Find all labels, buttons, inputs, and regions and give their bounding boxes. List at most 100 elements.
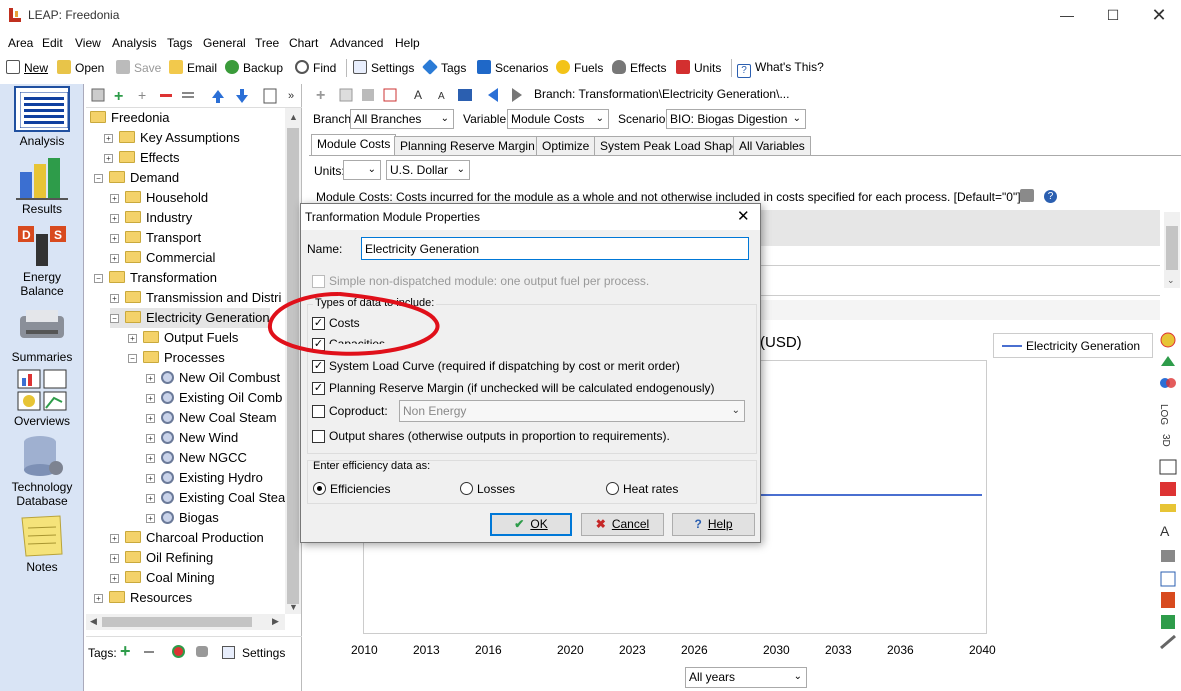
tree-item[interactable]: + Household: [110, 188, 208, 208]
tag-erase-icon[interactable]: [196, 646, 208, 657]
expand-icon[interactable]: +: [146, 514, 155, 523]
tree-item[interactable]: + New Wind: [146, 428, 238, 448]
expand-icon[interactable]: +: [146, 494, 155, 503]
expand-icon[interactable]: +: [110, 294, 119, 303]
expand-icon[interactable]: +: [146, 474, 155, 483]
menu-analysis[interactable]: Analysis: [112, 36, 157, 50]
tree-item[interactable]: + Existing Coal Stea: [146, 488, 285, 508]
coproduct-checkbox[interactable]: [312, 405, 325, 418]
scroll-down-icon[interactable]: ▼: [289, 602, 298, 612]
units-select[interactable]: U.S. Dollar ⌄: [386, 160, 470, 180]
tree-item-root[interactable]: Freedonia: [90, 108, 170, 128]
losses-radio[interactable]: [460, 482, 473, 495]
tree-item[interactable]: + Existing Hydro: [146, 468, 263, 488]
cancel-button[interactable]: ✖ Cancel: [581, 513, 664, 536]
expand-icon[interactable]: +: [110, 194, 119, 203]
view-summaries[interactable]: Summaries: [0, 304, 84, 364]
find-button[interactable]: Find: [295, 60, 336, 75]
collapse-icon[interactable]: −: [94, 174, 103, 183]
units-button[interactable]: Units: [676, 60, 721, 75]
tags-button[interactable]: Tags: [422, 59, 466, 75]
tab-optimize[interactable]: Optimize: [536, 136, 596, 156]
tab-all-variables[interactable]: All Variables: [733, 136, 811, 156]
save-button[interactable]: Save: [116, 60, 161, 75]
menu-tags[interactable]: Tags: [167, 36, 192, 50]
tree-item[interactable]: + Resources: [94, 588, 192, 608]
menu-edit[interactable]: Edit: [42, 36, 63, 50]
tree-item[interactable]: + New NGCC: [146, 448, 247, 468]
close-window-button[interactable]: ✕: [1136, 0, 1181, 30]
dialog-close-icon[interactable]: ✕: [737, 207, 750, 225]
tree-item[interactable]: − Demand: [94, 168, 179, 188]
ok-button[interactable]: ✔ OK: [490, 513, 572, 536]
tab-planning-reserve-margin[interactable]: Planning Reserve Margin: [394, 136, 541, 156]
units-prefix-select[interactable]: ⌄: [343, 160, 381, 180]
menu-area[interactable]: Area: [8, 36, 33, 50]
expand-icon[interactable]: +: [110, 574, 119, 583]
menu-general[interactable]: General: [203, 36, 246, 50]
whats-this-button[interactable]: ? What's This?: [737, 60, 824, 78]
tree-item[interactable]: + New Coal Steam: [146, 408, 277, 428]
menu-view[interactable]: View: [75, 36, 101, 50]
menu-advanced[interactable]: Advanced: [330, 36, 383, 50]
view-energy-balance[interactable]: DS Energy Balance: [0, 224, 84, 298]
minimize-button[interactable]: —: [1044, 0, 1090, 30]
tab-system-peak-load-shape[interactable]: System Peak Load Shape: [594, 136, 745, 156]
add-tag-icon[interactable]: +: [120, 641, 131, 662]
open-button[interactable]: Open: [57, 60, 104, 75]
tag-colors-icon[interactable]: [172, 645, 185, 658]
effects-button[interactable]: Effects: [612, 60, 666, 75]
tree-item[interactable]: + New Oil Combust: [146, 368, 280, 388]
scroll-up-icon[interactable]: ▲: [289, 112, 298, 122]
view-overviews[interactable]: Overviews: [0, 368, 84, 428]
edit-note-icon[interactable]: [1020, 189, 1034, 202]
tree-item[interactable]: + Key Assumptions: [104, 128, 240, 148]
view-notes[interactable]: Notes: [0, 514, 84, 574]
collapse-icon[interactable]: −: [94, 274, 103, 283]
scroll-down-icon[interactable]: ⌄: [1167, 275, 1175, 286]
tree-item[interactable]: + Transmission and Distri: [110, 288, 281, 308]
expand-icon[interactable]: +: [94, 594, 103, 603]
expand-icon[interactable]: +: [110, 234, 119, 243]
menu-chart[interactable]: Chart: [289, 36, 318, 50]
tree-horizontal-scrollbar[interactable]: ◀ ▶: [86, 614, 285, 630]
tree-item[interactable]: − Transformation: [94, 268, 217, 288]
coproduct-select[interactable]: Non Energy ⌄: [399, 400, 745, 422]
email-button[interactable]: Email: [169, 60, 217, 75]
efficiencies-radio[interactable]: [313, 482, 326, 495]
view-results[interactable]: Results: [0, 156, 84, 216]
expand-icon[interactable]: +: [104, 134, 113, 143]
module-name-input[interactable]: [361, 237, 749, 260]
collapse-icon[interactable]: −: [110, 314, 119, 323]
reserve-margin-checkbox[interactable]: ✓: [312, 382, 325, 395]
scroll-left-icon[interactable]: ◀: [90, 616, 97, 627]
tree-item[interactable]: + Existing Oil Comb: [146, 388, 282, 408]
menu-help[interactable]: Help: [395, 36, 420, 50]
h-scrollbar-thumb[interactable]: [102, 617, 252, 627]
help-button[interactable]: ? Help: [672, 513, 755, 536]
fuels-button[interactable]: Fuels: [556, 60, 603, 75]
remove-tag-icon[interactable]: [144, 651, 154, 653]
maximize-button[interactable]: ☐: [1090, 0, 1136, 30]
expand-icon[interactable]: +: [146, 374, 155, 383]
tree-item[interactable]: + Transport: [110, 228, 201, 248]
new-button[interactable]: New: [6, 60, 48, 75]
scenario-select[interactable]: BIO: Biogas Digestion ⌄: [666, 109, 806, 129]
expand-icon[interactable]: +: [104, 154, 113, 163]
tree-item[interactable]: + Coal Mining: [110, 568, 215, 588]
scroll-right-icon[interactable]: ▶: [272, 616, 279, 627]
backup-button[interactable]: Backup: [225, 60, 283, 75]
help-icon[interactable]: ?: [1044, 190, 1057, 203]
variable-select[interactable]: Module Costs ⌄: [507, 109, 609, 129]
tree-item[interactable]: + Effects: [104, 148, 180, 168]
view-technology-database[interactable]: Technology Database: [0, 434, 84, 508]
tree-item[interactable]: + Biogas: [146, 508, 219, 528]
expand-icon[interactable]: +: [146, 414, 155, 423]
expand-icon[interactable]: +: [110, 214, 119, 223]
expand-icon[interactable]: +: [110, 534, 119, 543]
years-select[interactable]: All years ⌄: [685, 667, 807, 688]
edit-tools-icons[interactable]: + A A: [306, 84, 526, 106]
scenarios-button[interactable]: Scenarios: [477, 60, 548, 75]
expand-icon[interactable]: +: [110, 554, 119, 563]
heat-rates-radio[interactable]: [606, 482, 619, 495]
